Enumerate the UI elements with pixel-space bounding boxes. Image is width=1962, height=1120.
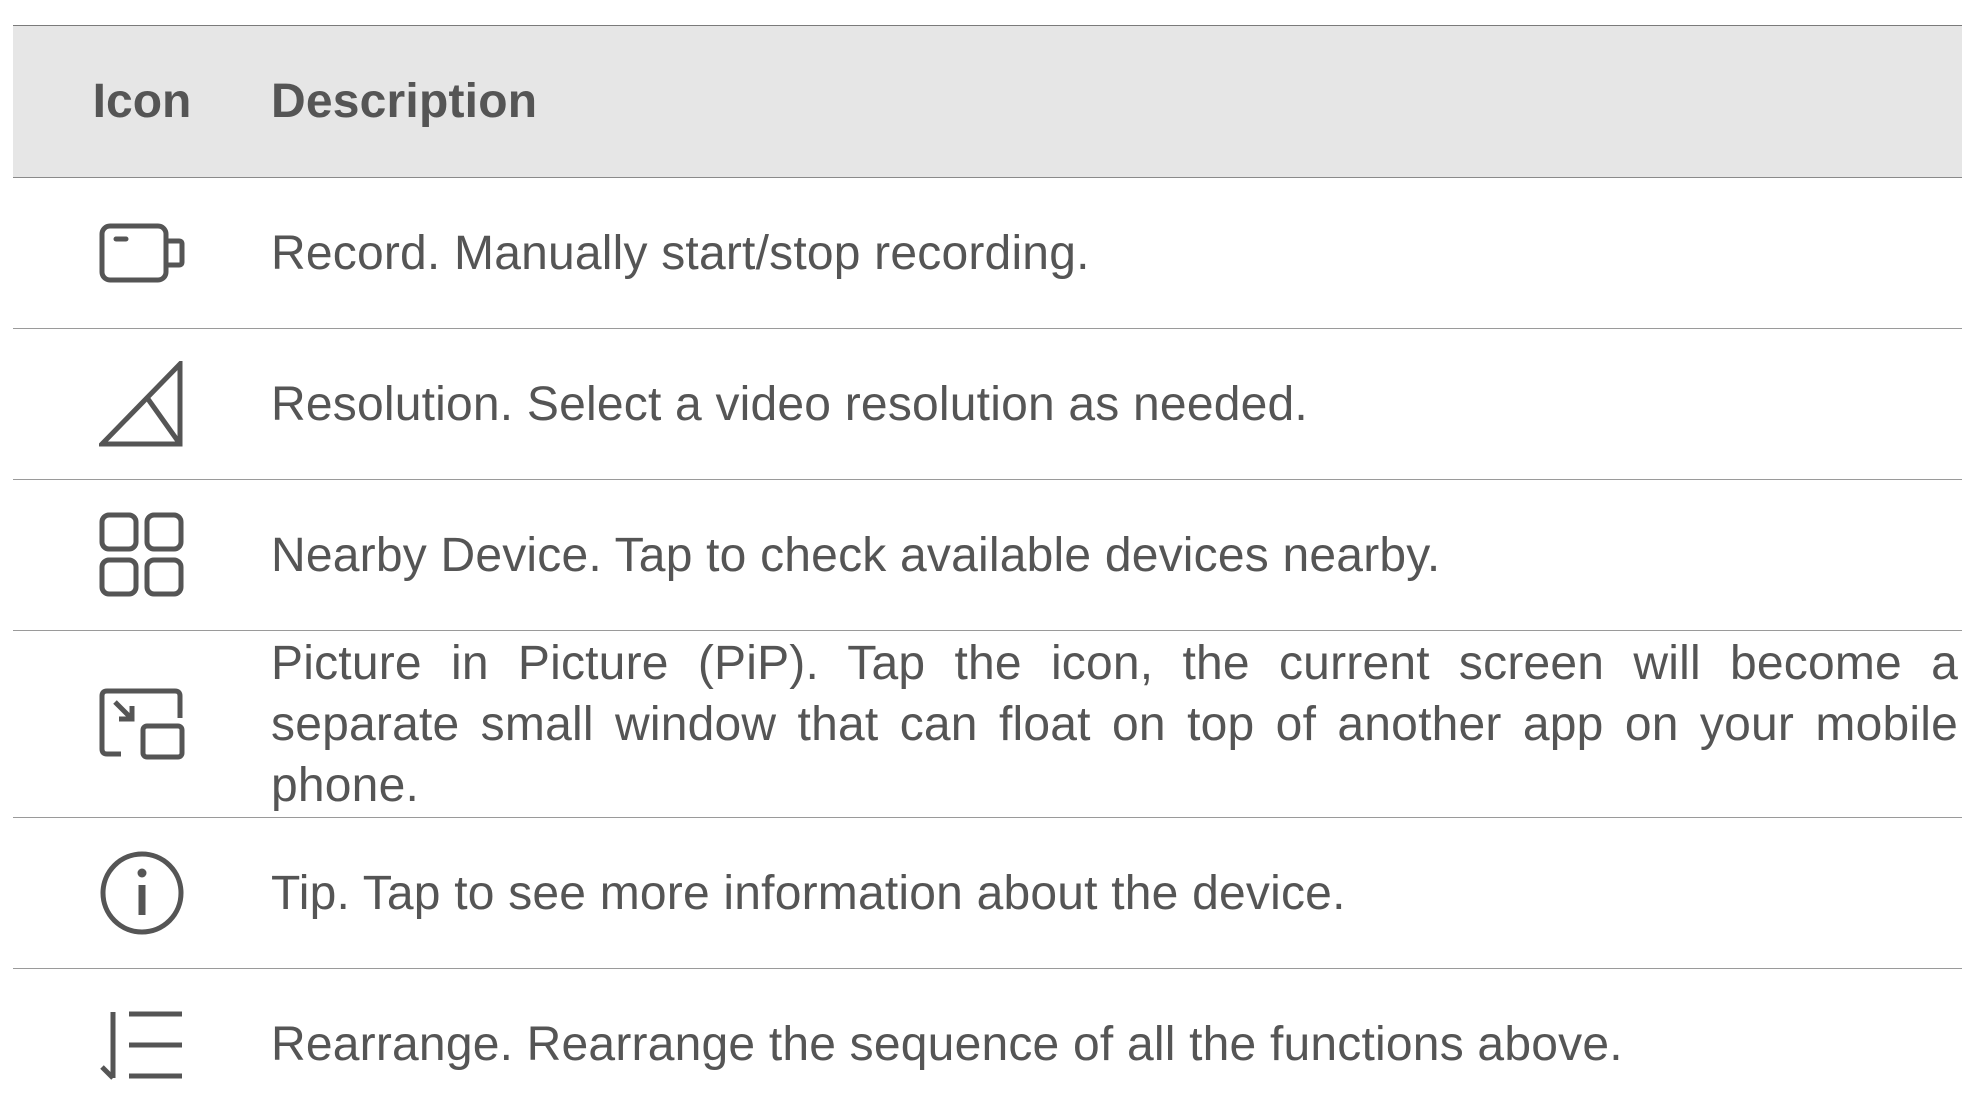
table-header-row: Icon Description: [13, 26, 1962, 178]
table-row: Resolution. Select a video resolution as…: [13, 329, 1962, 480]
rearrange-list-icon: [100, 1011, 182, 1080]
icon-cell: [13, 850, 271, 936]
icon-cell: [13, 1009, 271, 1081]
row-description: Tip. Tap to see more information about t…: [271, 866, 1346, 920]
row-description: Rearrange. Rearrange the sequence of all…: [271, 1018, 1623, 1071]
description-column-header: Description: [271, 75, 538, 128]
picture-in-picture-icon: [99, 688, 185, 760]
grid-icon: [99, 512, 184, 597]
icon-cell: [13, 512, 271, 598]
resolution-triangle-icon: [99, 361, 183, 447]
icon-cell: [13, 223, 271, 283]
table-row: Rearrange. Rearrange the sequence of all…: [13, 969, 1962, 1120]
icon-column-header-cell: Icon: [13, 74, 271, 129]
description-column-header-cell: Description: [271, 71, 1962, 132]
row-description: Picture in Picture (PiP). Tap the icon, …: [271, 636, 1958, 812]
table-row: Record. Manually start/stop recording.: [13, 178, 1962, 329]
row-description: Record. Manually start/stop recording.: [271, 226, 1090, 280]
icon-description-table: Icon Description Record. Manually start/…: [13, 25, 1962, 1120]
table-row: Tip. Tap to see more information about t…: [13, 818, 1962, 969]
icon-cell: [13, 688, 271, 760]
info-icon: [100, 851, 184, 935]
video-camera-icon: [99, 223, 185, 283]
icon-cell: [13, 361, 271, 447]
table-row: Nearby Device. Tap to check available de…: [13, 480, 1962, 631]
table-row: Picture in Picture (PiP). Tap the icon, …: [13, 631, 1962, 818]
icon-column-header: Icon: [92, 75, 192, 128]
row-description: Nearby Device. Tap to check available de…: [271, 528, 1441, 582]
row-description: Resolution. Select a video resolution as…: [271, 377, 1308, 431]
